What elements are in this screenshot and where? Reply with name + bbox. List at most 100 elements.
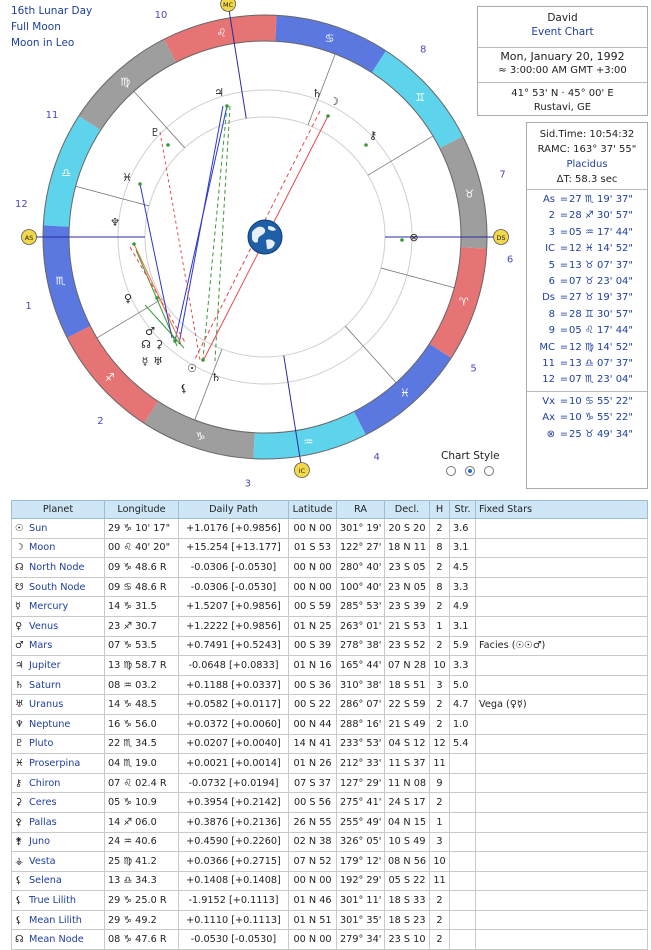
planet-name-link[interactable]: Uranus bbox=[29, 699, 63, 710]
planet-name-cell: ⚸ Selena bbox=[11, 870, 105, 892]
cell-str bbox=[449, 831, 476, 853]
cell-stars bbox=[475, 851, 648, 872]
planet-name-link[interactable]: Jupiter bbox=[29, 660, 61, 671]
cell-lon: 14 ♐ 06.0 bbox=[104, 811, 179, 833]
planet-name-cell: ☋ South Node bbox=[11, 576, 105, 598]
house-system-link[interactable]: Placidus bbox=[527, 157, 647, 172]
planet-glyph-icon: ♆ bbox=[15, 718, 24, 730]
cusp-row: 12 = 07 ♏ 23' 04" bbox=[527, 372, 647, 388]
cell-lat: 01 N 46 bbox=[288, 890, 337, 911]
aspect-line bbox=[139, 183, 173, 339]
chart-style-radio-3[interactable] bbox=[484, 466, 494, 476]
column-header: Decl. bbox=[384, 500, 430, 519]
house-number: 6 bbox=[507, 254, 513, 265]
equals-sign: = bbox=[559, 243, 569, 255]
cell-lat: 01 S 53 bbox=[288, 537, 337, 559]
planet-name-cell: ♇ Pluto bbox=[11, 733, 105, 755]
point-label: Vx bbox=[542, 395, 555, 407]
planet-glyph-icon: ♇ bbox=[150, 126, 160, 139]
planet-name-link[interactable]: Mean Node bbox=[29, 934, 84, 945]
house-cusp-line bbox=[380, 267, 455, 289]
cell-ra: 233° 53' bbox=[336, 733, 385, 755]
cell-lat: 26 N 55 bbox=[288, 811, 337, 833]
chart-style-radio-1[interactable] bbox=[446, 466, 456, 476]
cell-str: 4.9 bbox=[449, 596, 476, 617]
chart-style-radio-2[interactable] bbox=[465, 466, 475, 476]
planet-name-cell: ⚵ Juno bbox=[11, 831, 105, 853]
table-row: ☋ South Node 09 ♋ 48.6 R -0.0306 [-0.0530] 0… bbox=[11, 576, 648, 598]
planet-name-link[interactable]: Neptune bbox=[29, 719, 70, 730]
zodiac-sign-icon: ♊ bbox=[415, 91, 425, 104]
table-row: ♃ Jupiter 13 ♍ 58.7 R -0.0648 [+0.0833] 01 N… bbox=[11, 655, 648, 676]
planet-name-link[interactable]: South Node bbox=[29, 582, 86, 593]
planet-position-dot bbox=[132, 242, 136, 246]
planet-glyph-icon: ⚳ bbox=[155, 338, 163, 351]
zodiac-sign-icon: ♎ bbox=[61, 166, 71, 179]
cell-h: 2 bbox=[429, 890, 450, 911]
cell-ra: 100° 40' bbox=[336, 576, 385, 598]
planet-name-link[interactable]: Mean Lilith bbox=[29, 915, 82, 926]
equals-sign: = bbox=[559, 341, 569, 353]
cell-path: +0.0207 [+0.0040] bbox=[178, 733, 289, 755]
cell-lat: 00 S 36 bbox=[288, 674, 337, 696]
planet-name-link[interactable]: Saturn bbox=[29, 680, 61, 691]
ramc: RAMC: 163° 37' 55" bbox=[537, 144, 637, 155]
planet-name-link[interactable]: Juno bbox=[29, 836, 50, 847]
cell-lon: 07 ♑ 53.5 bbox=[104, 635, 179, 657]
cusp-row: MC = 12 ♍ 14' 52" bbox=[527, 340, 647, 356]
cell-str: 1.0 bbox=[449, 713, 476, 735]
planet-name-link[interactable]: North Node bbox=[29, 562, 84, 573]
cell-path: +0.0021 [+0.0014] bbox=[178, 753, 289, 774]
cell-stars: Vega (♀☿) bbox=[475, 694, 648, 715]
cell-ra: 255° 49' bbox=[336, 811, 385, 833]
cell-decl: 18 N 11 bbox=[384, 537, 430, 559]
cell-ra: 212° 33' bbox=[336, 753, 385, 774]
planet-name-link[interactable]: Venus bbox=[29, 621, 58, 632]
planet-position-dot bbox=[166, 143, 170, 147]
planet-glyph-icon: ♀ bbox=[124, 292, 132, 305]
cusp-row: IC = 12 ♓ 14' 52" bbox=[527, 241, 647, 257]
cell-path: -0.0306 [-0.0530] bbox=[178, 576, 289, 598]
cell-decl: 21 S 53 bbox=[384, 615, 430, 637]
cell-path: +1.5207 [+0.9856] bbox=[178, 596, 289, 617]
cusp-row: 5 = 13 ♉ 07' 37" bbox=[527, 258, 647, 274]
cell-str bbox=[449, 909, 476, 931]
cusp-row: 3 = 05 ♒ 17' 44" bbox=[527, 225, 647, 241]
cell-lat: 00 N 44 bbox=[288, 713, 337, 735]
cell-decl: 23 S 52 bbox=[384, 635, 430, 657]
astrology-chart-wheel: ♉♊♋♌♍♎♏♐♑♒♓♈ ♃♄☽⚷♇♓♆⊗♀♂☊⚳☿♅☉♄⚸ 123456789… bbox=[15, 0, 513, 489]
cell-lat: 00 N 00 bbox=[288, 929, 337, 950]
planet-position-dot bbox=[400, 238, 404, 242]
cell-path: +0.0372 [+0.0060] bbox=[178, 713, 289, 735]
cusp-position: 07 ♏ 23' 04" bbox=[569, 374, 634, 386]
planet-name-link[interactable]: Ceres bbox=[29, 797, 57, 808]
planet-name-link[interactable]: Selena bbox=[29, 875, 62, 886]
planet-glyph-icon: ♂ bbox=[145, 325, 155, 338]
planet-name-link[interactable]: Pallas bbox=[29, 817, 57, 828]
planet-glyph-icon: ♄ bbox=[312, 87, 322, 100]
planet-name-link[interactable]: Proserpina bbox=[29, 758, 80, 769]
planet-name-cell: ☊ Mean Node bbox=[11, 929, 105, 950]
planet-name-link[interactable]: True Lilith bbox=[29, 895, 76, 906]
planet-name-link[interactable]: Vesta bbox=[29, 856, 56, 867]
planet-name-link[interactable]: Sun bbox=[29, 523, 47, 534]
planet-name-link[interactable]: Pluto bbox=[29, 738, 53, 749]
cell-stars bbox=[475, 557, 648, 578]
cusp-row: 6 = 07 ♉ 23' 04" bbox=[527, 274, 647, 290]
cell-stars bbox=[475, 929, 648, 950]
cell-ra: 285° 53' bbox=[336, 596, 385, 617]
cell-ra: 127° 29' bbox=[336, 772, 385, 794]
angle-label-ds: DS bbox=[496, 234, 505, 242]
planet-glyph-icon: ⊗ bbox=[409, 231, 418, 244]
planet-name-link[interactable]: Mercury bbox=[29, 601, 68, 612]
cell-ra: 301° 19' bbox=[336, 518, 385, 539]
planet-glyph-icon: ♃ bbox=[214, 86, 224, 99]
cell-str bbox=[449, 772, 476, 794]
cell-lon: 08 ♒ 03.2 bbox=[104, 674, 179, 696]
planet-name-link[interactable]: Mars bbox=[29, 640, 52, 651]
table-row: ♀ Venus 23 ♐ 30.7 +1.2222 [+0.9856] 01 N 25 2… bbox=[11, 615, 648, 637]
planet-name-link[interactable]: Chiron bbox=[29, 778, 60, 789]
table-body: ☉ Sun 29 ♑ 10' 17" +1.0176 [+0.9856] 00 N 00… bbox=[11, 518, 648, 950]
earth-globe-icon bbox=[247, 219, 283, 255]
planet-name-link[interactable]: Moon bbox=[29, 542, 55, 553]
